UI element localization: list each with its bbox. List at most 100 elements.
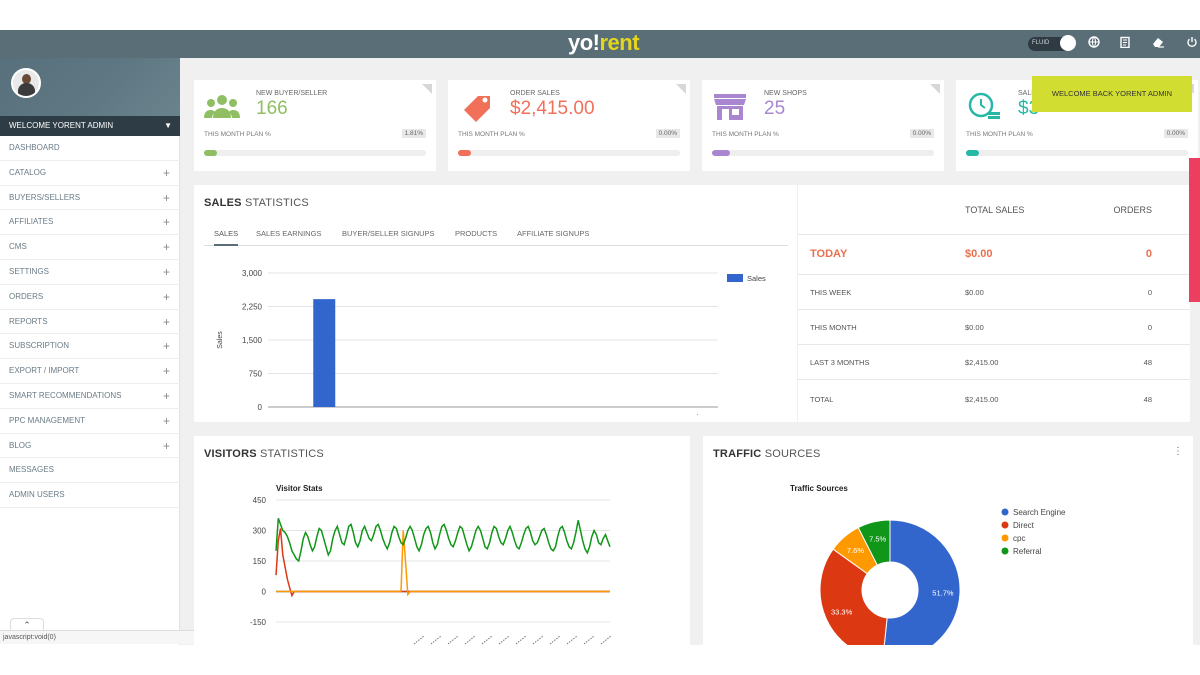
sidebar-nav: DASHBOARD CATALOG + BUYERS/SELLERS + AFFILIAT… [0,136,180,508]
fluid-switch[interactable]: FLUID [1028,34,1076,54]
traffic-slice[interactable] [883,519,961,645]
traffic-panel-title: TRAFFIC SOURCES [713,448,821,460]
visitors-x-tick-mark [481,635,493,645]
traffic-slice-label: 7.6% [847,546,864,555]
card-value: $2,415.00 [510,98,595,119]
visitors-title-rest: STATISTICS [256,448,324,460]
visitors-y-tick: 300 [253,527,267,536]
plus-icon[interactable]: + [163,434,170,459]
stat-card[interactable]: ORDER SALES $2,415.00 THIS MONTH PLAN % 0.0… [448,80,690,171]
sidebar-item-label: BLOG [9,440,32,450]
plus-icon[interactable]: + [163,186,170,211]
sidebar-item-label: SETTINGS [9,266,50,276]
power-icon[interactable] [1184,36,1200,52]
traffic-legend-swatch [1001,508,1009,516]
welcome-label: WELCOME YORENT ADMIN [9,121,114,130]
sidebar-item-cms[interactable]: CMS + [0,235,180,260]
totals-row: LAST 3 MONTHS $2,415.00 48 [798,345,1190,380]
welcome-dropdown[interactable]: WELCOME YORENT ADMIN ▼ [0,116,180,136]
plus-icon[interactable]: + [163,210,170,235]
sidebar-item-affiliates[interactable]: AFFILIATES + [0,210,180,236]
plus-icon[interactable]: + [163,235,170,260]
sidebar-item-reports[interactable]: REPORTS + [0,310,180,335]
totals-cell-label: THIS WEEK [810,287,852,297]
sales-bar[interactable] [313,299,336,407]
sidebar-item-label: SMART RECOMMENDATIONS [9,390,122,400]
tab-sales[interactable]: SALES [214,229,239,246]
card-plan-label: THIS MONTH PLAN % [966,131,1033,138]
plus-icon[interactable]: + [163,161,170,186]
plus-icon[interactable]: + [163,260,170,285]
tab-products[interactable]: PRODUCTS [455,229,497,238]
sidebar-item-buyers-sellers[interactable]: BUYERS/SELLERS + [0,186,180,211]
scroll-top-button[interactable]: ⌃ [10,618,44,630]
plus-icon[interactable]: + [163,359,170,384]
sidebar-item-catalog[interactable]: CATALOG + [0,161,180,186]
sidebar-item-export-import[interactable]: EXPORT / IMPORT + [0,359,180,384]
plus-icon[interactable]: + [163,384,170,409]
side-tab[interactable] [1189,158,1200,302]
visitors-y-tick: 0 [262,588,267,597]
sidebar-item-smart-recommendations[interactable]: SMART RECOMMENDATIONS + [0,384,180,409]
sales-x-tick: Au... [653,411,669,415]
visitors-x-tick-mark [549,635,561,645]
fluid-toggle-knob[interactable] [1060,35,1076,51]
totals-cell-orders: 0 [1145,248,1152,260]
visitors-x-tick-mark [447,635,459,645]
tab-affiliate-signups[interactable]: AFFILIATE SIGNUPS [517,229,589,238]
traffic-legend-label: cpc [1013,534,1025,543]
sidebar-item-subscription[interactable]: SUBSCRIPTION + [0,334,180,360]
plus-icon[interactable]: + [163,334,170,359]
visitors-series-line[interactable] [276,530,610,597]
plus-icon[interactable]: + [163,409,170,434]
stat-card[interactable]: NEW SHOPS 25 THIS MONTH PLAN % 0.00% [702,80,944,171]
sidebar-item-orders[interactable]: ORDERS + [0,285,180,310]
sidebar-item-settings[interactable]: SETTINGS + [0,260,180,285]
plus-icon[interactable]: + [163,310,170,335]
card-label: NEW SHOPS [764,90,807,97]
visitors-panel-title: VISITORS STATISTICS [204,448,324,460]
globe-icon[interactable] [1086,36,1102,52]
clipboard-icon[interactable] [1117,36,1133,52]
visitors-line-chart: Visitor Stats -150 0 150 300 450 [250,484,612,645]
card-value: 166 [256,98,288,119]
sales-y-tick: 750 [249,370,263,379]
eraser-icon[interactable] [1150,36,1166,52]
traffic-legend-swatch [1001,534,1009,542]
sidebar-item-dashboard[interactable]: DASHBOARD [0,136,180,161]
sidebar-item-ppc-management[interactable]: PPC MANAGEMENT + [0,409,180,434]
stat-card[interactable]: NEW BUYER/SELLER 166 THIS MONTH PLAN % 1.81… [194,80,436,171]
card-value: 25 [764,98,786,119]
avatar[interactable] [11,68,41,98]
sales-totals-table: TOTAL SALES ORDERS TODAY $0.00 0 THIS WEEK $0.… [798,185,1190,422]
sidebar-item-messages[interactable]: MESSAGES [0,458,180,484]
traffic-chart-title: Traffic Sources [790,484,848,493]
sidebar-item-admin-users[interactable]: ADMIN USERS [0,483,180,508]
kebab-menu-icon[interactable]: ⋮ [1173,446,1183,457]
sidebar-item-label: AFFILIATES [9,217,54,227]
visitors-x-tick-mark [566,635,578,645]
sales-x-tick: No... [540,411,556,415]
plus-icon[interactable]: + [163,285,170,310]
tab-sales-earnings[interactable]: SALES EARNINGS [256,229,321,238]
caret-down-icon: ▼ [164,121,172,130]
card-plan-percent: 1.81% [401,129,426,138]
sidebar-item-label: DASHBOARD [9,143,60,152]
card-plan-percent: 0.00% [909,129,934,138]
card-plan-label: THIS MONTH PLAN % [458,131,525,138]
sales-bar-chart: Order Sales: Last 12 months07501,5002,25… [217,269,766,415]
logo[interactable]: yo!rent [568,30,640,58]
sales-x-tick: De... [503,411,519,415]
sales-y-tick: 1,500 [242,336,263,345]
sales-panel-title: SALES STATISTICS [204,197,309,209]
sidebar: WELCOME YORENT ADMIN ▼ DASHBOARD CATALOG +… [0,58,180,645]
sidebar-item-label: ADMIN USERS [9,490,65,500]
visitors-series-line[interactable] [275,518,611,563]
card-progress-bar [712,150,934,156]
sidebar-item-blog[interactable]: BLOG + [0,434,180,459]
visitors-x-tick-mark [413,635,425,645]
card-progress-fill [712,150,730,156]
tab-buyer-seller-signups[interactable]: BUYER/SELLER SIGNUPS [342,229,435,238]
visitors-series-line[interactable] [275,528,610,598]
sales-title-rest: STATISTICS [241,197,309,209]
